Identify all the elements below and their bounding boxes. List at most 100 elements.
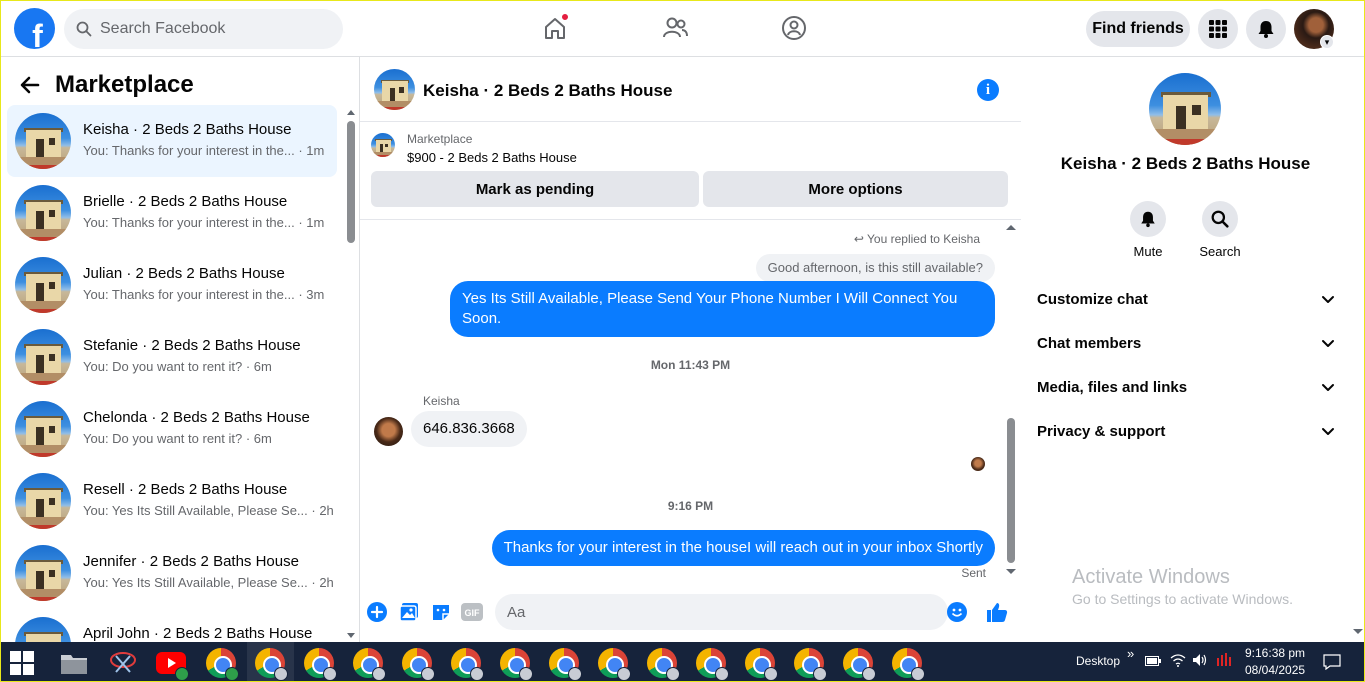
chevron-down-icon — [1322, 340, 1334, 347]
chrome-window-button[interactable] — [891, 647, 925, 681]
scroll-down-icon[interactable] — [1353, 629, 1363, 635]
file-explorer-button[interactable] — [58, 647, 90, 679]
outgoing-message[interactable]: Thanks for your interest in the houseI w… — [491, 530, 995, 566]
search-input[interactable] — [100, 20, 320, 38]
clock-time[interactable]: 9:16:38 pm — [1245, 646, 1305, 660]
attach-photo-button[interactable] — [398, 601, 420, 623]
desktop-toolbar-label[interactable]: Desktop — [1076, 654, 1120, 668]
scrollbar-thumb[interactable] — [1007, 418, 1015, 563]
clock-date[interactable]: 08/04/2025 — [1245, 663, 1305, 677]
search-box[interactable] — [64, 9, 343, 49]
chevron-down-icon[interactable]: ▾ — [1320, 35, 1334, 49]
facebook-logo[interactable]: f — [14, 8, 55, 49]
scrollbar-thumb[interactable] — [347, 121, 355, 243]
reply-indicator: ↩ You replied to Keisha — [853, 232, 980, 246]
chrome-window-button[interactable] — [254, 647, 288, 681]
scroll-up-icon[interactable] — [1006, 224, 1016, 230]
chrome-window-button[interactable] — [793, 647, 827, 681]
chevron-right-icon[interactable]: » — [1127, 646, 1134, 661]
profile-badge — [470, 667, 484, 681]
wifi-icon[interactable] — [1170, 653, 1186, 667]
conversation-item[interactable]: April John · 2 Beds 2 Baths House — [7, 609, 337, 642]
notifications-button[interactable] — [1246, 9, 1286, 49]
chrome-window-button[interactable] — [548, 647, 582, 681]
home-nav-button[interactable] — [539, 12, 571, 44]
chat-title[interactable]: Keisha · 2 Beds 2 Baths House — [423, 81, 672, 101]
conversation-preview: You: Do you want to rent it? · 6m — [83, 431, 272, 446]
chrome-window-button[interactable] — [597, 647, 631, 681]
sender-avatar[interactable] — [374, 417, 403, 446]
sticker-button[interactable] — [430, 601, 452, 623]
add-attachment-button[interactable] — [366, 601, 388, 623]
watermark-subtitle: Go to Settings to activate Windows. — [1072, 591, 1293, 607]
conversation-item[interactable]: Julian · 2 Beds 2 Baths House You: Thank… — [7, 249, 337, 321]
page-scrollbar[interactable] — [1350, 57, 1365, 642]
listing-price-title[interactable]: $900 - 2 Beds 2 Baths House — [407, 150, 577, 165]
friends-nav-button[interactable] — [659, 12, 691, 44]
section-label: Chat members — [1037, 334, 1142, 352]
conversation-item[interactable]: Chelonda · 2 Beds 2 Baths House You: Do … — [7, 393, 337, 465]
groups-nav-button[interactable] — [778, 12, 810, 44]
like-button[interactable] — [986, 601, 1008, 623]
conversation-item[interactable]: Keisha · 2 Beds 2 Baths House You: Thank… — [7, 105, 337, 177]
scroll-up-icon[interactable] — [347, 109, 355, 115]
sender-name: Keisha — [423, 394, 460, 408]
mute-button[interactable] — [1130, 201, 1166, 237]
conversation-item[interactable]: Stefanie · 2 Beds 2 Baths House You: Do … — [7, 321, 337, 393]
battery-icon[interactable] — [1145, 656, 1161, 666]
listing-thumbnail — [15, 473, 71, 529]
search-in-chat-button[interactable] — [1202, 201, 1238, 237]
mark-as-pending-button[interactable]: Mark as pending — [371, 171, 699, 207]
find-friends-button[interactable]: Find friends — [1086, 11, 1190, 47]
chrome-window-button[interactable] — [695, 647, 729, 681]
info-icon[interactable]: i — [977, 79, 999, 101]
youtube-app-button[interactable] — [155, 647, 189, 681]
sidebar-scrollbar[interactable] — [346, 109, 355, 639]
scroll-down-icon[interactable] — [347, 633, 355, 639]
mute-action[interactable]: Mute — [1118, 201, 1178, 259]
thread-scrollbar[interactable] — [1005, 220, 1017, 580]
media-files-links-section[interactable]: Media, files and links — [1029, 365, 1343, 409]
snipping-tool-button[interactable] — [107, 647, 139, 679]
listing-thumbnail — [15, 329, 71, 385]
chrome-window-button[interactable] — [401, 647, 435, 681]
chrome-window-button[interactable] — [450, 647, 484, 681]
chrome-window-button[interactable] — [499, 647, 533, 681]
conversation-name: Brielle · 2 Beds 2 Baths House — [83, 193, 288, 210]
gif-button[interactable]: GIF — [461, 601, 483, 623]
chrome-window-button[interactable] — [842, 647, 876, 681]
chevron-down-icon — [1322, 296, 1334, 303]
more-options-button[interactable]: More options — [703, 171, 1008, 207]
audio-level-icon[interactable] — [1216, 652, 1234, 668]
customize-chat-section[interactable]: Customize chat — [1029, 277, 1343, 321]
search-action[interactable]: Search — [1190, 201, 1250, 259]
chrome-window-button[interactable] — [205, 647, 239, 681]
details-avatar[interactable] — [1149, 73, 1221, 145]
volume-icon[interactable] — [1192, 653, 1208, 667]
notification-center-icon[interactable] — [1323, 654, 1341, 670]
conversation-list: Keisha · 2 Beds 2 Baths House You: Thank… — [7, 105, 337, 642]
conversation-details-panel: Keisha · 2 Beds 2 Baths House Mute Searc… — [1021, 57, 1350, 642]
listing-thumbnail[interactable] — [371, 133, 395, 157]
back-arrow-icon[interactable] — [18, 73, 42, 97]
chrome-window-button[interactable] — [303, 647, 337, 681]
menu-button[interactable] — [1198, 9, 1238, 49]
chrome-window-button[interactable] — [352, 647, 386, 681]
start-button[interactable] — [6, 647, 38, 679]
conversation-item[interactable]: Brielle · 2 Beds 2 Baths House You: Than… — [7, 177, 337, 249]
chrome-window-button[interactable] — [646, 647, 680, 681]
message-input[interactable] — [495, 594, 948, 630]
outgoing-message[interactable]: Yes Its Still Available, Please Send You… — [450, 281, 995, 337]
scroll-down-icon[interactable] — [1006, 569, 1016, 575]
quoted-message[interactable]: Good afternoon, is this still available? — [755, 254, 995, 282]
chrome-window-button[interactable] — [744, 647, 778, 681]
conversation-item[interactable]: Jennifer · 2 Beds 2 Baths House You: Yes… — [7, 537, 337, 609]
incoming-message[interactable]: 646.836.3668 — [411, 411, 527, 447]
message-composer: GIF — [360, 588, 1021, 642]
chat-avatar[interactable] — [374, 69, 415, 110]
conversation-item[interactable]: Resell · 2 Beds 2 Baths House You: Yes I… — [7, 465, 337, 537]
emoji-button[interactable] — [946, 601, 968, 623]
folder-icon — [61, 655, 87, 674]
chat-members-section[interactable]: Chat members — [1029, 321, 1343, 365]
privacy-support-section[interactable]: Privacy & support — [1029, 409, 1343, 453]
